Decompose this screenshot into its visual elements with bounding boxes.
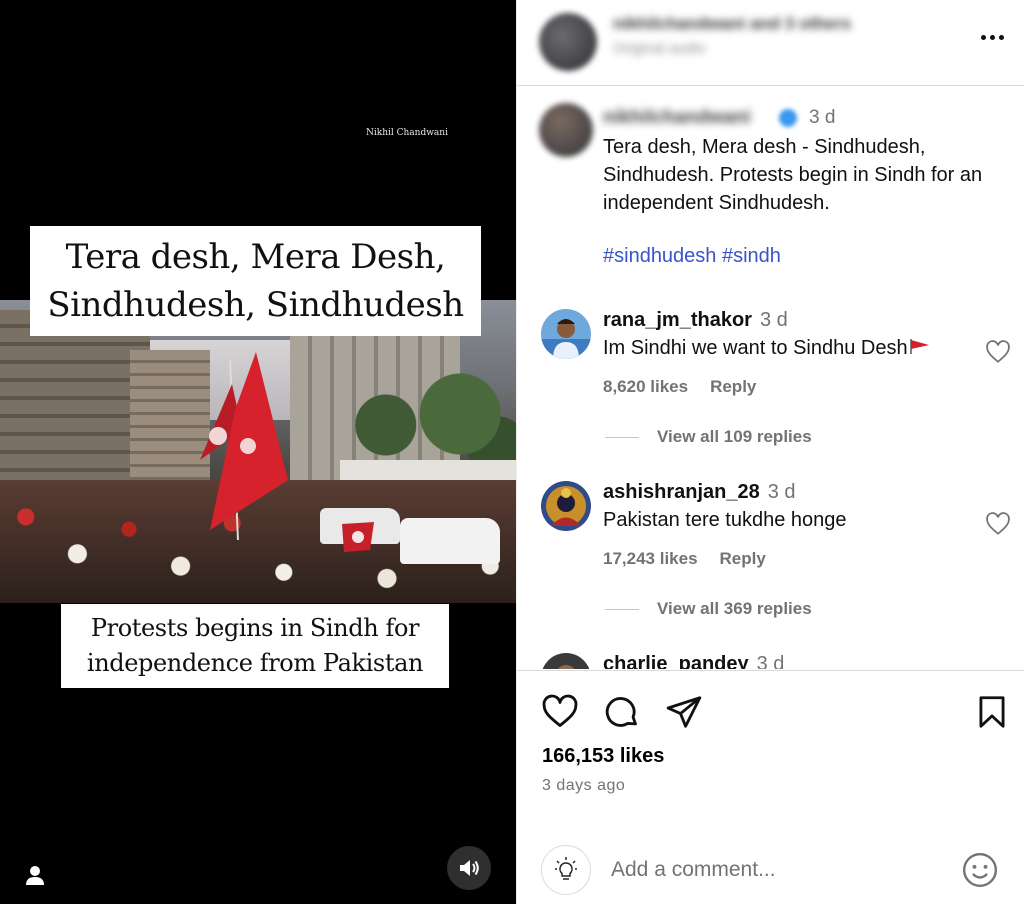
emoji-icon[interactable] bbox=[961, 851, 999, 889]
more-icon[interactable] bbox=[975, 26, 1009, 48]
heart-icon[interactable] bbox=[985, 511, 1011, 537]
post-likes-count[interactable]: 166,153 likes bbox=[542, 745, 664, 768]
red-flag-emoji bbox=[909, 339, 929, 354]
caption-text: Tera desh, Mera desh - Sindhudesh, Sindh… bbox=[603, 136, 983, 214]
heart-icon[interactable] bbox=[541, 693, 579, 731]
share-icon[interactable] bbox=[665, 693, 703, 731]
comment-meta: 8,620 likes Reply bbox=[603, 377, 756, 397]
user-tag-icon[interactable] bbox=[22, 862, 48, 888]
comment-likes[interactable]: 17,243 likes bbox=[603, 549, 698, 568]
small-flag-graphic bbox=[342, 522, 374, 552]
caption-time: 3 d bbox=[809, 107, 836, 128]
commenter-username[interactable]: rana_jm_thakor 3 d bbox=[603, 309, 788, 332]
bookmark-icon[interactable] bbox=[973, 693, 1011, 731]
caption-avatar[interactable] bbox=[539, 103, 593, 157]
comment-composer bbox=[517, 835, 1024, 904]
view-replies-button[interactable]: View all 369 replies bbox=[605, 599, 812, 619]
post-header: nikhilchandwani and 3 others Original au… bbox=[517, 0, 1024, 86]
comment-item: ashishranjan_28 3 d Pakistan tere tukdhe … bbox=[517, 481, 1024, 641]
comment-likes[interactable]: 8,620 likes bbox=[603, 377, 688, 396]
reply-button[interactable]: Reply bbox=[710, 377, 756, 396]
red-flag-graphic bbox=[200, 352, 288, 540]
video-headline: Tera desh, Mera Desh, Sindhudesh, Sindhu… bbox=[30, 226, 481, 336]
post-details: nikhilchandwani and 3 others Original au… bbox=[516, 0, 1024, 904]
comment-text: Pakistan tere tukdhe honge bbox=[603, 509, 847, 531]
reel-video[interactable]: Nikhil Chandwani Tera desh, Mera Desh, S… bbox=[0, 0, 516, 904]
comments-list[interactable]: nikhilchandwani 3 d Tera desh, Mera desh… bbox=[517, 87, 1024, 669]
lightbulb-icon[interactable] bbox=[541, 845, 591, 895]
reply-button[interactable]: Reply bbox=[720, 549, 766, 568]
commenter-avatar[interactable] bbox=[541, 481, 591, 531]
video-watermark: Nikhil Chandwani bbox=[366, 128, 448, 138]
post-timestamp[interactable]: 3 days ago bbox=[542, 777, 625, 795]
audio-label-blurred[interactable]: Original audio bbox=[613, 40, 706, 57]
comment-meta: 17,243 likes Reply bbox=[603, 549, 766, 569]
verified-badge-icon bbox=[779, 109, 797, 127]
protest-scene-image bbox=[0, 300, 516, 603]
video-subline: Protests begins in Sindh for independenc… bbox=[61, 604, 449, 688]
post-actions: 166,153 likes 3 days ago bbox=[517, 670, 1024, 904]
commenter-avatar[interactable] bbox=[541, 653, 591, 669]
caption-username-blurred[interactable]: nikhilchandwani bbox=[603, 107, 751, 129]
comment-icon[interactable] bbox=[603, 693, 641, 731]
author-username-blurred[interactable]: nikhilchandwani and 3 others bbox=[613, 14, 851, 34]
comment-item: rana_jm_thakor 3 d Im Sindhi we want to S… bbox=[517, 309, 1024, 469]
comment-text: Im Sindhi we want to Sindhu Desh bbox=[603, 337, 931, 360]
comment-input[interactable] bbox=[611, 853, 941, 887]
commenter-username[interactable]: charlie_pandey 3 d bbox=[603, 653, 784, 669]
heart-icon[interactable] bbox=[985, 339, 1011, 365]
comment-item: charlie_pandey 3 d bbox=[517, 653, 1024, 669]
commenter-username[interactable]: ashishranjan_28 3 d bbox=[603, 481, 796, 504]
commenter-avatar[interactable] bbox=[541, 309, 591, 359]
caption-hashtags[interactable]: #sindhudesh #sindh bbox=[603, 245, 781, 268]
speaker-icon[interactable] bbox=[447, 846, 491, 890]
author-avatar[interactable] bbox=[539, 13, 597, 71]
view-replies-button[interactable]: View all 109 replies bbox=[605, 427, 812, 447]
